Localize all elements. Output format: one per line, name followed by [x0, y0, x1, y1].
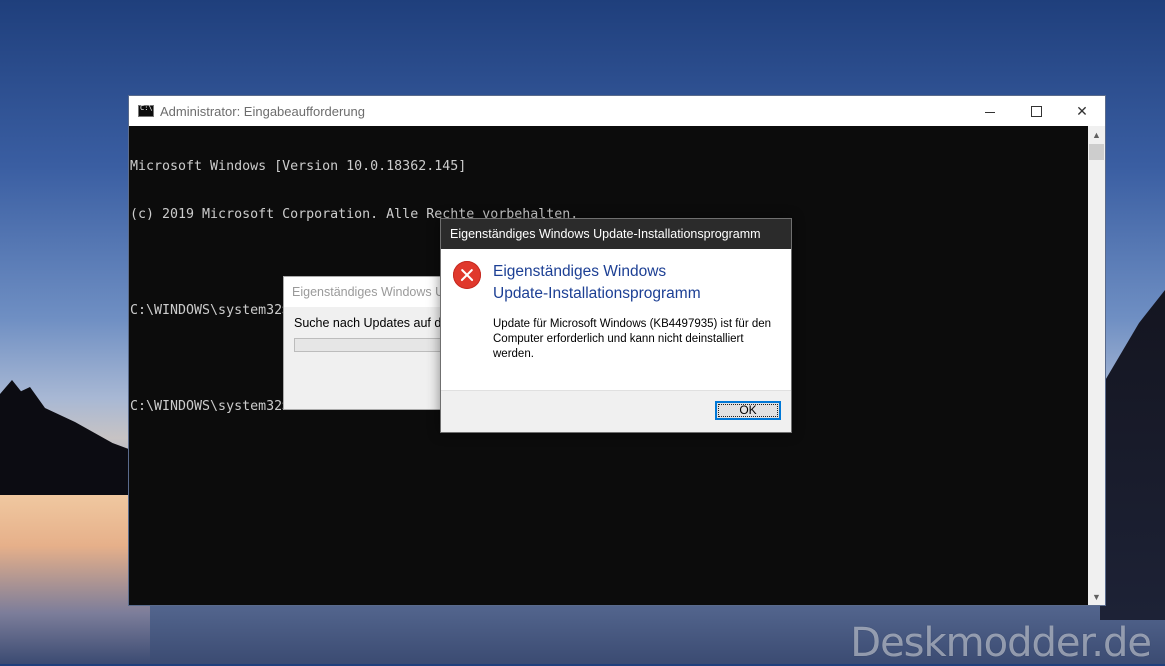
minimize-icon: [985, 111, 995, 113]
search-updates-dialog[interactable]: Eigenständiges Windows Update-Installati…: [283, 276, 453, 410]
console-app-icon[interactable]: [138, 104, 154, 117]
maximize-icon: [1030, 105, 1042, 117]
search-status-text: Suche nach Updates auf diesem Computer..…: [294, 316, 452, 330]
close-button[interactable]: ✕: [1059, 96, 1105, 126]
error-dialog-title: Eigenständiges Windows Update-Installati…: [441, 219, 791, 249]
error-heading-line2: Update-Installationsprogramm: [493, 285, 701, 302]
error-message: Update für Microsoft Windows (KB4497935)…: [493, 318, 772, 360]
scroll-thumb[interactable]: [1089, 144, 1104, 160]
close-icon: ✕: [1076, 102, 1088, 119]
maximize-button[interactable]: [1013, 96, 1059, 126]
console-line: Microsoft Windows [Version 10.0.18362.14…: [130, 159, 467, 174]
wallpaper-hill-right: [1100, 290, 1165, 620]
error-heading-line1: Eigenständiges Windows: [493, 263, 667, 280]
console-scrollbar[interactable]: ▲ ▼: [1088, 126, 1105, 605]
scroll-up-arrow-icon[interactable]: ▲: [1088, 126, 1105, 143]
error-heading: Eigenständiges Windows Update-Installati…: [493, 261, 763, 305]
error-dialog-footer: OK: [441, 390, 791, 432]
search-dialog-title: Eigenständiges Windows Update-Installati…: [284, 277, 452, 307]
error-dialog[interactable]: Eigenständiges Windows Update-Installati…: [440, 218, 792, 433]
error-icon: [453, 261, 481, 289]
search-progress-bar: [294, 338, 452, 352]
minimize-button[interactable]: [967, 96, 1013, 126]
scroll-down-arrow-icon[interactable]: ▼: [1088, 588, 1105, 605]
console-window-title: Administrator: Eingabeaufforderung: [160, 103, 365, 119]
ok-button[interactable]: OK: [715, 401, 781, 420]
console-titlebar[interactable]: Administrator: Eingabeaufforderung ✕: [129, 96, 1105, 126]
watermark: Deskmodder.de: [850, 620, 1152, 666]
